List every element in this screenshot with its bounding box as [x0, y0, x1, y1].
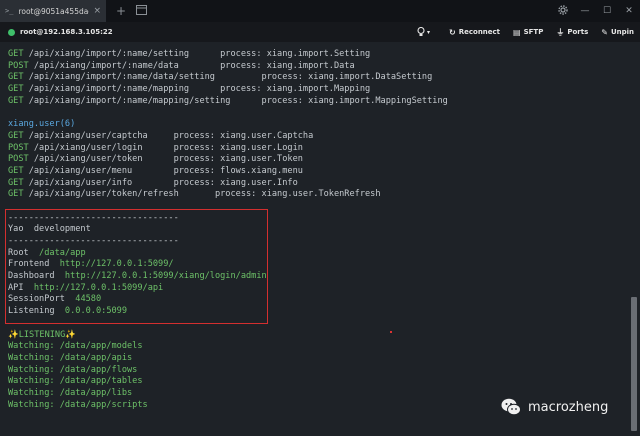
terminal-line: POST /api/xiang/user/token process: xian… — [8, 154, 628, 166]
terminal-text: GET — [8, 72, 24, 83]
sftp-button[interactable]: ▤ SFTP — [513, 28, 543, 37]
terminal-text: GET — [8, 177, 24, 188]
sftp-icon: ▤ — [513, 27, 521, 37]
tab-title: root@9051a455daed: /... — [18, 6, 89, 16]
terminal-text: /api/xiang/import/:name/data process: xi… — [28, 60, 355, 71]
minimize-button[interactable]: — — [574, 6, 596, 16]
highlight-annotation-box — [5, 209, 268, 324]
terminal-text: ✨ — [8, 329, 19, 340]
close-tab-icon[interactable]: × — [93, 6, 101, 16]
terminal-text: LISTENING — [18, 329, 66, 340]
terminal-text: Watching: /data/app/flows — [8, 364, 138, 375]
close-window-button[interactable]: ✕ — [618, 6, 640, 16]
terminal-line: GET /api/xiang/user/captcha process: xia… — [8, 131, 628, 143]
terminal-line: GET /api/xiang/user/info process: xiang.… — [8, 178, 628, 190]
terminal-text: Watching: /data/app/scripts — [8, 399, 148, 410]
terminal-text: /api/xiang/import/:name/mapping/setting … — [23, 95, 448, 106]
reconnect-icon: ↻ — [449, 27, 456, 37]
stray-red-dot — [390, 331, 392, 333]
terminal-text: GET — [8, 49, 24, 59]
terminal-line: POST /api/xiang/user/login process: xian… — [8, 143, 628, 155]
reconnect-button[interactable]: ↻ Reconnect — [449, 28, 500, 37]
session-tab[interactable]: >_ root@9051a455daed: /... × — [0, 0, 106, 22]
terminal-text: /api/xiang/user/token process: xiang.use… — [28, 154, 303, 165]
terminal-text: /api/xiang/user/login process: xiang.use… — [28, 142, 303, 153]
terminal-text: Watching: /data/app/tables — [8, 376, 143, 387]
sftp-label: SFTP — [523, 28, 544, 36]
terminal-text: GET — [8, 84, 24, 95]
terminal-text: Watching: /data/app/models — [8, 341, 143, 352]
new-tab-button[interactable]: + — [116, 4, 126, 18]
wechat-icon — [500, 396, 522, 418]
terminal-line: GET /api/xiang/import/:name/data/setting… — [8, 72, 628, 84]
unpin-label: Unpin — [610, 28, 634, 36]
toolbar-actions: ▾ ↻ Reconnect ▤ SFTP ⏚ Ports ✎ Unpin — [404, 22, 634, 42]
reconnect-label: Reconnect — [458, 28, 501, 36]
window-controls: — ☐ ✕ — [552, 0, 640, 22]
ports-label: Ports — [567, 28, 589, 36]
terminal-icon: >_ — [5, 7, 14, 15]
connection-status-icon — [8, 28, 15, 36]
terminal-line: GET /api/xiang/user/menu process: flows.… — [8, 166, 628, 178]
terminal-text: /api/xiang/import/:name/mapping process:… — [23, 84, 371, 95]
terminal-text: GET — [8, 165, 24, 176]
terminal-scrollbar[interactable] — [628, 42, 640, 436]
unpin-button[interactable]: ✎ Unpin — [601, 28, 634, 37]
pin-icon: ✎ — [601, 27, 608, 37]
terminal-text: POST — [8, 142, 29, 153]
terminal-text: /api/xiang/user/captcha process: xiang.u… — [23, 130, 314, 141]
terminal-text: POST — [8, 154, 29, 165]
terminal-text: Watching: /data/app/libs — [8, 387, 133, 398]
scrollbar-thumb[interactable] — [631, 297, 637, 431]
terminal-line: GET /api/xiang/import/:name/setting proc… — [8, 49, 628, 61]
terminal-text: GET — [8, 189, 24, 200]
ports-button[interactable]: ⏚ Ports — [556, 27, 588, 38]
terminal-text: /api/xiang/user/menu process: flows.xian… — [23, 165, 303, 176]
terminal-text: /api/xiang/user/token/refresh process: x… — [23, 189, 381, 200]
terminal-line: Watching: /data/app/models — [8, 341, 628, 353]
title-bar: >_ root@9051a455daed: /... × + — ☐ ✕ — [0, 0, 640, 22]
session-toolbar: root@192.168.3.105:22 ▾ ↻ Reconnect ▤ SF… — [0, 22, 640, 42]
hint-bulb-icon[interactable]: ▾ — [417, 27, 430, 37]
terminal-text: Watching: /data/app/apis — [8, 352, 133, 363]
terminal-line: GET /api/xiang/import/:name/mapping proc… — [8, 84, 628, 96]
terminal-line: Watching: /data/app/tables — [8, 376, 628, 388]
terminal-text: xiang.user(6) — [8, 119, 76, 130]
plug-icon: ⏚ — [556, 27, 565, 37]
terminal-line: xiang.user(6) — [8, 119, 628, 131]
terminal-line: ✨LISTENING✨ — [8, 330, 628, 342]
terminal-line: Watching: /data/app/flows — [8, 365, 628, 377]
host-label: root@192.168.3.105:22 — [20, 28, 113, 36]
watermark: macrozheng — [500, 396, 608, 418]
terminal-text: GET — [8, 95, 24, 106]
terminal-line: POST /api/xiang/import/:name/data proces… — [8, 61, 628, 73]
terminal-line: Watching: /data/app/apis — [8, 353, 628, 365]
settings-icon[interactable] — [552, 4, 574, 18]
terminal-text: /api/xiang/import/:name/data/setting pro… — [23, 72, 433, 83]
watermark-text: macrozheng — [528, 399, 609, 415]
terminal-line: GET /api/xiang/user/token/refresh proces… — [8, 189, 628, 201]
terminal-text: POST — [8, 60, 29, 71]
terminal-text: GET — [8, 130, 24, 141]
maximize-button[interactable]: ☐ — [596, 6, 618, 16]
terminal-text: ✨ — [65, 329, 76, 340]
terminal-line: GET /api/xiang/import/:name/mapping/sett… — [8, 96, 628, 108]
terminal-text: /api/xiang/user/info process: xiang.user… — [23, 177, 298, 188]
split-view-icon[interactable] — [136, 4, 148, 18]
terminal-text: /api/xiang/import/:name/setting process:… — [23, 49, 371, 59]
